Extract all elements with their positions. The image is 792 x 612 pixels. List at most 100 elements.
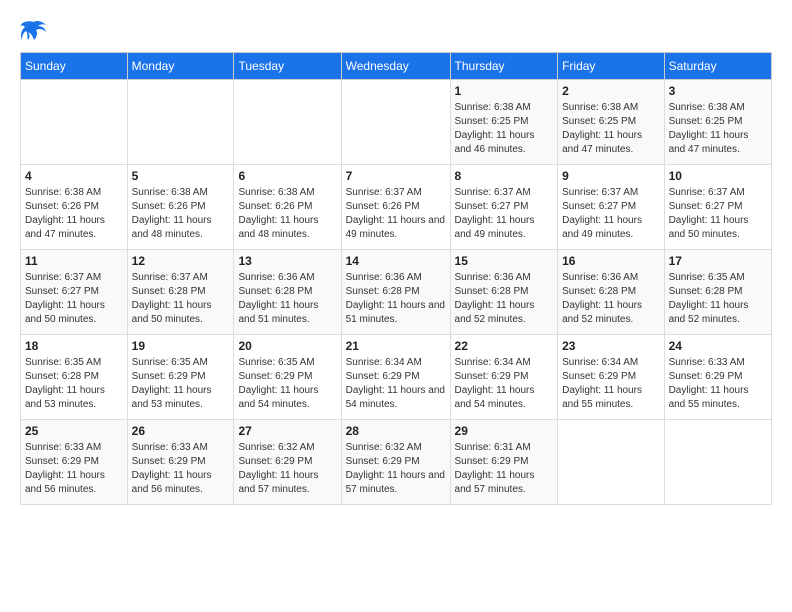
day-info: Sunrise: 6:35 AM Sunset: 6:29 PM Dayligh…: [238, 356, 336, 412]
day-info: Sunrise: 6:33 AM Sunset: 6:29 PM Dayligh…: [132, 441, 230, 497]
calendar-cell: 16 Sunrise: 6:36 AM Sunset: 6:28 PM Dayli…: [558, 250, 664, 335]
day-info: Sunrise: 6:36 AM Sunset: 6:28 PM Dayligh…: [455, 271, 554, 327]
day-number: 11: [25, 254, 123, 268]
day-number: 8: [455, 169, 554, 183]
calendar-cell: 15 Sunrise: 6:36 AM Sunset: 6:28 PM Dayli…: [450, 250, 558, 335]
day-info: Sunrise: 6:36 AM Sunset: 6:28 PM Dayligh…: [238, 271, 336, 327]
calendar-cell: 5 Sunrise: 6:38 AM Sunset: 6:26 PM Daylig…: [127, 165, 234, 250]
calendar-cell: 6Sunrise: 6:38 AM Sunset: 6:26 PM Daylig…: [234, 165, 341, 250]
calendar-week-row: 4 Sunrise: 6:38 AM Sunset: 6:26 PM Daylig…: [21, 165, 772, 250]
calendar-cell: [127, 80, 234, 165]
calendar-cell: 2Sunrise: 6:38 AM Sunset: 6:25 PM Daylig…: [558, 80, 664, 165]
calendar-cell: 26 Sunrise: 6:33 AM Sunset: 6:29 PM Dayli…: [127, 420, 234, 505]
day-number: 7: [346, 169, 446, 183]
calendar-cell: 28 Sunrise: 6:32 AM Sunset: 6:29 PM Dayli…: [341, 420, 450, 505]
calendar-cell: 21 Sunrise: 6:34 AM Sunset: 6:29 PM Dayli…: [341, 335, 450, 420]
weekday-header-tuesday: Tuesday: [234, 53, 341, 80]
day-number: 17: [669, 254, 767, 268]
calendar-cell: 27 Sunrise: 6:32 AM Sunset: 6:29 PM Dayli…: [234, 420, 341, 505]
calendar-cell: 3 Sunrise: 6:38 AM Sunset: 6:25 PM Daylig…: [664, 80, 771, 165]
day-number: 2: [562, 84, 659, 98]
day-info: Sunrise: 6:38 AM Sunset: 6:26 PM Dayligh…: [132, 186, 230, 242]
calendar-cell: 17 Sunrise: 6:35 AM Sunset: 6:28 PM Dayli…: [664, 250, 771, 335]
calendar-cell: [664, 420, 771, 505]
weekday-header-monday: Monday: [127, 53, 234, 80]
calendar-week-row: 18 Sunrise: 6:35 AM Sunset: 6:28 PM Dayli…: [21, 335, 772, 420]
weekday-header-saturday: Saturday: [664, 53, 771, 80]
day-info: Sunrise: 6:32 AM Sunset: 6:29 PM Dayligh…: [346, 441, 446, 497]
day-number: 27: [238, 424, 336, 438]
calendar-cell: 20 Sunrise: 6:35 AM Sunset: 6:29 PM Dayli…: [234, 335, 341, 420]
calendar-cell: 24 Sunrise: 6:33 AM Sunset: 6:29 PM Dayli…: [664, 335, 771, 420]
day-number: 22: [455, 339, 554, 353]
calendar-cell: 1 Sunrise: 6:38 AM Sunset: 6:25 PM Daylig…: [450, 80, 558, 165]
calendar-header: SundayMondayTuesdayWednesdayThursdayFrid…: [21, 53, 772, 80]
calendar-cell: 10 Sunrise: 6:37 AM Sunset: 6:27 PM Dayli…: [664, 165, 771, 250]
day-number: 29: [455, 424, 554, 438]
day-number: 26: [132, 424, 230, 438]
calendar-cell: [558, 420, 664, 505]
calendar-cell: [21, 80, 128, 165]
day-number: 16: [562, 254, 659, 268]
day-info: Sunrise: 6:38 AM Sunset: 6:26 PM Dayligh…: [238, 186, 336, 242]
day-info: Sunrise: 6:34 AM Sunset: 6:29 PM Dayligh…: [346, 356, 446, 412]
day-info: Sunrise: 6:37 AM Sunset: 6:27 PM Dayligh…: [25, 271, 123, 327]
logo-bird-icon: [20, 20, 48, 42]
calendar-week-row: 1 Sunrise: 6:38 AM Sunset: 6:25 PM Daylig…: [21, 80, 772, 165]
day-info: Sunrise: 6:35 AM Sunset: 6:28 PM Dayligh…: [669, 271, 767, 327]
day-info: Sunrise: 6:37 AM Sunset: 6:27 PM Dayligh…: [669, 186, 767, 242]
calendar-cell: 25 Sunrise: 6:33 AM Sunset: 6:29 PM Dayli…: [21, 420, 128, 505]
calendar-week-row: 11 Sunrise: 6:37 AM Sunset: 6:27 PM Dayli…: [21, 250, 772, 335]
calendar-cell: 29 Sunrise: 6:31 AM Sunset: 6:29 PM Dayli…: [450, 420, 558, 505]
day-info: Sunrise: 6:35 AM Sunset: 6:29 PM Dayligh…: [132, 356, 230, 412]
day-number: 15: [455, 254, 554, 268]
day-number: 24: [669, 339, 767, 353]
calendar-cell: 7 Sunrise: 6:37 AM Sunset: 6:26 PM Daylig…: [341, 165, 450, 250]
calendar-cell: 14 Sunrise: 6:36 AM Sunset: 6:28 PM Dayli…: [341, 250, 450, 335]
calendar-cell: 13 Sunrise: 6:36 AM Sunset: 6:28 PM Dayli…: [234, 250, 341, 335]
day-number: 28: [346, 424, 446, 438]
calendar-cell: 9 Sunrise: 6:37 AM Sunset: 6:27 PM Daylig…: [558, 165, 664, 250]
weekday-header-friday: Friday: [558, 53, 664, 80]
day-number: 13: [238, 254, 336, 268]
calendar-cell: 8Sunrise: 6:37 AM Sunset: 6:27 PM Daylig…: [450, 165, 558, 250]
day-info: Sunrise: 6:32 AM Sunset: 6:29 PM Dayligh…: [238, 441, 336, 497]
day-info: Sunrise: 6:37 AM Sunset: 6:26 PM Dayligh…: [346, 186, 446, 242]
calendar-cell: 12Sunrise: 6:37 AM Sunset: 6:28 PM Dayli…: [127, 250, 234, 335]
day-number: 21: [346, 339, 446, 353]
day-number: 4: [25, 169, 123, 183]
weekday-header-row: SundayMondayTuesdayWednesdayThursdayFrid…: [21, 53, 772, 80]
day-number: 20: [238, 339, 336, 353]
day-info: Sunrise: 6:31 AM Sunset: 6:29 PM Dayligh…: [455, 441, 554, 497]
calendar-cell: 4 Sunrise: 6:38 AM Sunset: 6:26 PM Daylig…: [21, 165, 128, 250]
day-info: Sunrise: 6:36 AM Sunset: 6:28 PM Dayligh…: [346, 271, 446, 327]
day-info: Sunrise: 6:36 AM Sunset: 6:28 PM Dayligh…: [562, 271, 659, 327]
day-number: 9: [562, 169, 659, 183]
day-info: Sunrise: 6:35 AM Sunset: 6:28 PM Dayligh…: [25, 356, 123, 412]
calendar-cell: 18 Sunrise: 6:35 AM Sunset: 6:28 PM Dayli…: [21, 335, 128, 420]
calendar-cell: [341, 80, 450, 165]
day-info: Sunrise: 6:38 AM Sunset: 6:26 PM Dayligh…: [25, 186, 123, 242]
calendar-table: SundayMondayTuesdayWednesdayThursdayFrid…: [20, 52, 772, 505]
day-number: 18: [25, 339, 123, 353]
day-number: 12: [132, 254, 230, 268]
day-number: 5: [132, 169, 230, 183]
calendar-week-row: 25 Sunrise: 6:33 AM Sunset: 6:29 PM Dayli…: [21, 420, 772, 505]
day-info: Sunrise: 6:38 AM Sunset: 6:25 PM Dayligh…: [669, 101, 767, 157]
day-info: Sunrise: 6:33 AM Sunset: 6:29 PM Dayligh…: [25, 441, 123, 497]
calendar-cell: 22 Sunrise: 6:34 AM Sunset: 6:29 PM Dayli…: [450, 335, 558, 420]
day-info: Sunrise: 6:33 AM Sunset: 6:29 PM Dayligh…: [669, 356, 767, 412]
day-number: 3: [669, 84, 767, 98]
calendar-body: 1 Sunrise: 6:38 AM Sunset: 6:25 PM Daylig…: [21, 80, 772, 505]
weekday-header-thursday: Thursday: [450, 53, 558, 80]
day-number: 1: [455, 84, 554, 98]
day-info: Sunrise: 6:37 AM Sunset: 6:27 PM Dayligh…: [562, 186, 659, 242]
day-number: 10: [669, 169, 767, 183]
day-number: 14: [346, 254, 446, 268]
calendar-cell: 19 Sunrise: 6:35 AM Sunset: 6:29 PM Dayli…: [127, 335, 234, 420]
day-number: 25: [25, 424, 123, 438]
calendar-cell: 23Sunrise: 6:34 AM Sunset: 6:29 PM Dayli…: [558, 335, 664, 420]
day-info: Sunrise: 6:34 AM Sunset: 6:29 PM Dayligh…: [455, 356, 554, 412]
day-number: 19: [132, 339, 230, 353]
day-info: Sunrise: 6:38 AM Sunset: 6:25 PM Dayligh…: [455, 101, 554, 157]
